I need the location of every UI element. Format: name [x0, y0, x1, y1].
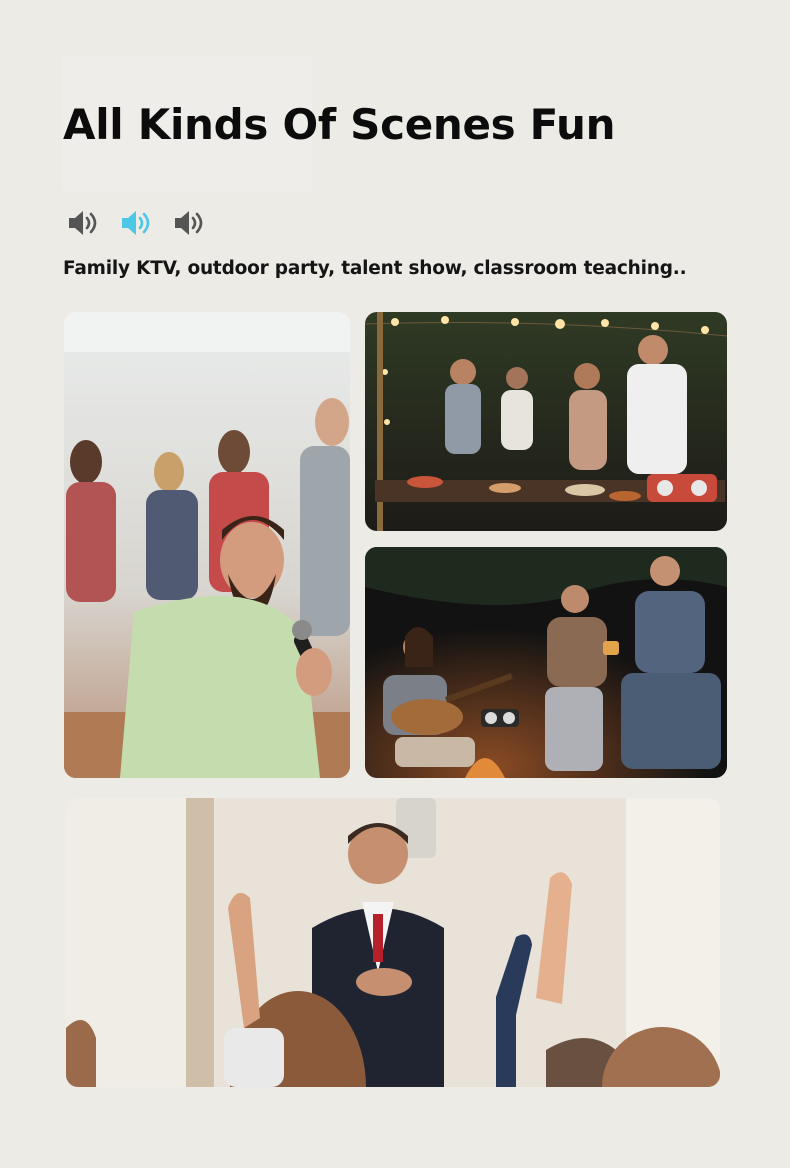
outdoor-dinner-photo [365, 312, 727, 531]
presentation-classroom-photo [66, 798, 720, 1087]
karaoke-party-photo [64, 312, 350, 778]
speaker-volume-icon-highlighted [119, 207, 153, 239]
campfire-gathering-photo [365, 547, 727, 778]
scene-description: Family KTV, outdoor party, talent show, … [63, 258, 687, 279]
page-title: All Kinds Of Scenes Fun [63, 100, 616, 149]
speaker-volume-icon [66, 207, 100, 239]
speaker-volume-icon [172, 207, 206, 239]
